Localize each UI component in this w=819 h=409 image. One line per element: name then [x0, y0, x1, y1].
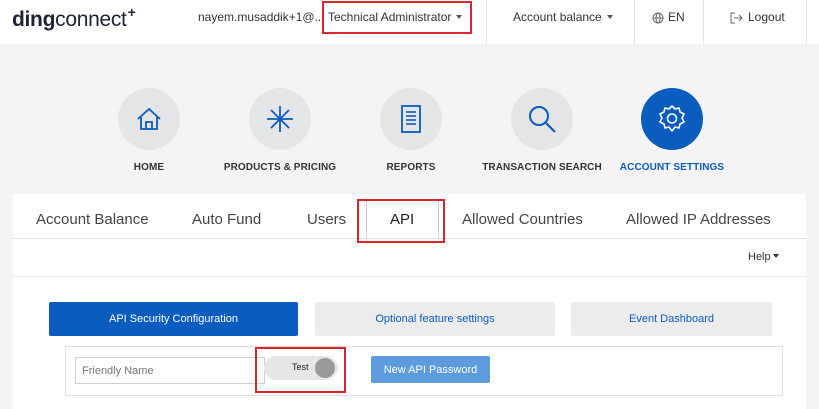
help-dropdown[interactable]: Help	[748, 251, 779, 263]
nav-account-settings[interactable]: ACCOUNT SETTINGS	[597, 88, 747, 173]
nav-transaction-search[interactable]: TRANSACTION SEARCH	[467, 88, 617, 173]
tab-allowed-ip-addresses[interactable]: Allowed IP Addresses	[626, 211, 771, 228]
tab-users[interactable]: Users	[307, 211, 346, 228]
nav-label: TRANSACTION SEARCH	[482, 162, 602, 173]
new-api-password-button[interactable]: New API Password	[371, 356, 490, 383]
nav-products-pricing[interactable]: PRODUCTS & PRICING	[205, 88, 355, 173]
logout-icon	[730, 12, 743, 24]
nav-label: HOME	[133, 162, 165, 173]
chevron-down-icon	[772, 254, 779, 258]
tab-account-balance[interactable]: Account Balance	[36, 211, 149, 228]
highlight-box	[357, 199, 445, 243]
api-security-configuration-button[interactable]: API Security Configuration	[49, 302, 298, 336]
account-balance-dropdown[interactable]: Account balance	[513, 10, 613, 24]
tab-auto-fund[interactable]: Auto Fund	[192, 211, 261, 228]
highlight-box	[322, 1, 472, 34]
logout-label: Logout	[748, 10, 785, 24]
nav-label: REPORTS	[386, 162, 436, 173]
highlight-box	[255, 347, 346, 393]
language-selector[interactable]: EN	[652, 10, 685, 24]
logout-link[interactable]: Logout	[730, 10, 785, 24]
search-icon	[529, 106, 556, 133]
help-label: Help	[748, 251, 771, 263]
tab-allowed-countries[interactable]: Allowed Countries	[462, 211, 583, 228]
document-icon	[401, 105, 421, 133]
user-email: nayem.musaddik+1@...	[198, 10, 325, 24]
nav-home[interactable]: HOME	[74, 88, 224, 173]
gear-icon	[659, 105, 685, 132]
top-bar: dingconnect+ nayem.musaddik+1@... Techni…	[0, 0, 819, 44]
chevron-down-icon	[606, 15, 613, 19]
logo[interactable]: dingconnect+	[12, 4, 136, 32]
language-label: EN	[668, 10, 685, 24]
optional-feature-settings-button[interactable]: Optional feature settings	[315, 302, 555, 336]
account-balance-label: Account balance	[513, 10, 602, 24]
asterisk-icon	[267, 106, 293, 132]
event-dashboard-button[interactable]: Event Dashboard	[571, 302, 772, 336]
globe-icon	[652, 12, 664, 24]
nav-reports[interactable]: REPORTS	[336, 88, 486, 173]
friendly-name-input[interactable]	[75, 357, 265, 384]
nav-label: ACCOUNT SETTINGS	[619, 162, 725, 173]
home-icon	[137, 107, 161, 130]
nav-label: PRODUCTS & PRICING	[223, 162, 337, 173]
